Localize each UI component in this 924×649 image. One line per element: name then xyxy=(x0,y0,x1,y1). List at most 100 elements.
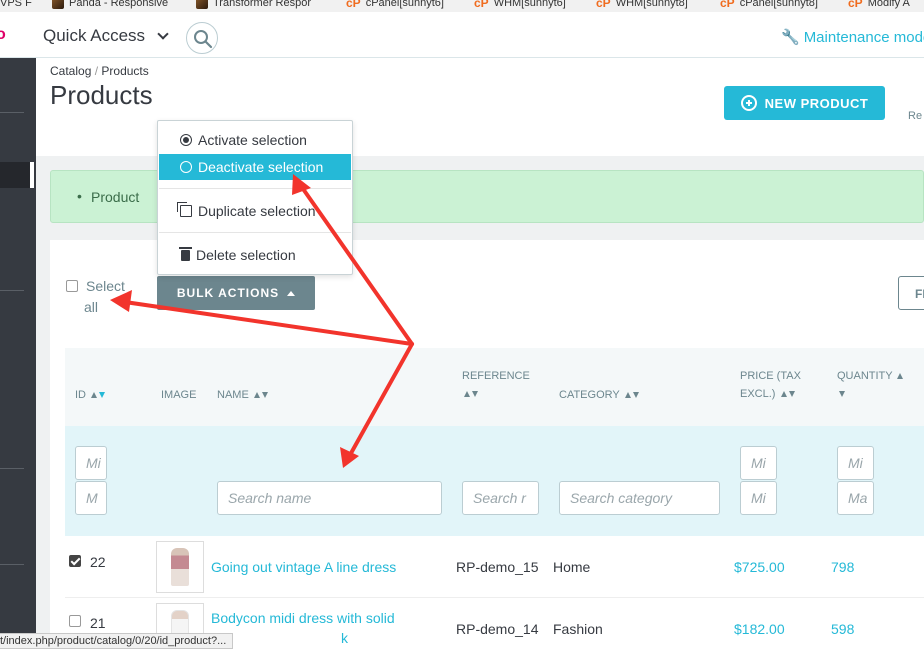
menu-item-duplicate[interactable]: Duplicate selection xyxy=(159,198,351,224)
breadcrumb-products: Products xyxy=(101,64,149,78)
search-category-input[interactable]: Search category xyxy=(559,481,720,515)
filter-qty-min[interactable]: Mi xyxy=(837,446,874,480)
logo[interactable]: o xyxy=(0,26,6,44)
product-category: Fashion xyxy=(553,621,603,637)
sort-asc-icon[interactable] xyxy=(464,391,470,398)
bookmark-whm-t8[interactable]: cP WHM[sunnyt8] xyxy=(596,0,688,9)
bookmark-modify[interactable]: cP Modify A xyxy=(848,0,910,9)
bookmarks-bar: VPS F Panda - Responsive Transformer Res… xyxy=(0,0,924,12)
sort-asc-icon[interactable] xyxy=(780,391,787,398)
status-bar-url: t/index.php/product/catalog/0/20/id_prod… xyxy=(0,633,234,649)
column-reference[interactable]: REFERENCE xyxy=(462,367,530,403)
table-header: ID IMAGE NAME REFERENCE CATEGORY PRICE (… xyxy=(65,348,924,426)
sort-desc-icon[interactable] xyxy=(839,391,845,398)
product-id: 22 xyxy=(90,554,106,570)
sidebar-divider xyxy=(0,290,24,291)
breadcrumb-catalog[interactable]: Catalog xyxy=(50,64,91,78)
menu-item-deactivate[interactable]: Deactivate selection xyxy=(159,154,351,180)
cpanel-icon: cP xyxy=(848,0,863,10)
sidebar-divider xyxy=(0,564,24,565)
sort-desc-icon[interactable] xyxy=(99,392,106,399)
wrench-icon: 🔧 xyxy=(781,29,800,46)
maintenance-link[interactable]: 🔧 Maintenance mode xyxy=(781,28,924,47)
quick-access-dropdown[interactable]: Quick Access xyxy=(43,26,169,46)
row-checkbox[interactable] xyxy=(69,555,81,567)
column-id[interactable]: ID xyxy=(75,386,106,404)
thumbnail-icon xyxy=(52,0,64,9)
cpanel-icon: cP xyxy=(596,0,611,10)
sidebar xyxy=(0,58,36,649)
bookmark-vps[interactable]: VPS F xyxy=(0,0,32,9)
select-all-checkbox[interactable] xyxy=(66,280,78,292)
column-name[interactable]: NAME xyxy=(217,386,268,404)
radio-unchecked-icon xyxy=(180,161,192,173)
copy-icon xyxy=(177,202,192,217)
product-quantity[interactable]: 798 xyxy=(831,559,854,575)
column-category[interactable]: CATEGORY xyxy=(559,386,639,404)
filter-row: Mi M Search name Search r Search categor… xyxy=(65,426,924,536)
product-price[interactable]: $182.00 xyxy=(734,621,785,637)
cpanel-icon: cP xyxy=(720,0,735,10)
trash-icon xyxy=(179,246,192,261)
row-checkbox[interactable] xyxy=(69,615,81,627)
product-category: Home xyxy=(553,559,591,575)
recommended-modules-link[interactable]: Re xyxy=(908,110,922,122)
sort-desc-icon[interactable] xyxy=(472,391,478,398)
cpanel-icon: cP xyxy=(474,0,489,10)
menu-item-activate[interactable]: Activate selection xyxy=(159,127,351,153)
bookmark-cpanel-t6[interactable]: cP cPanel[sunnyt6] xyxy=(346,0,444,9)
product-id: 21 xyxy=(90,615,106,631)
product-image xyxy=(156,541,204,593)
product-price[interactable]: $725.00 xyxy=(734,559,785,575)
column-quantity[interactable]: QUANTITY xyxy=(837,367,904,403)
product-name-link[interactable]: Bodycon midi dress with solid xyxy=(211,610,395,626)
bulk-actions-button[interactable]: BULK ACTIONS xyxy=(157,276,315,310)
product-quantity[interactable]: 598 xyxy=(831,621,854,637)
filter-button[interactable]: FI xyxy=(898,276,924,310)
filter-id-max[interactable]: M xyxy=(75,481,107,515)
sort-desc-icon[interactable] xyxy=(261,392,268,399)
select-all-label: Select xyxy=(86,278,125,294)
menu-divider xyxy=(159,188,351,189)
column-image: IMAGE xyxy=(161,389,197,401)
sort-asc-icon[interactable] xyxy=(91,392,98,399)
search-reference-input[interactable]: Search r xyxy=(462,481,539,515)
new-product-button[interactable]: NEW PRODUCT xyxy=(724,86,885,120)
top-header: o Quick Access 🔧 Maintenance mode xyxy=(0,12,924,58)
bookmark-transformer[interactable]: Transformer Respor xyxy=(196,0,311,9)
filter-price-max[interactable]: Mi xyxy=(740,481,777,515)
bulk-actions-menu: Activate selection Deactivate selection … xyxy=(157,120,353,275)
cpanel-icon: cP xyxy=(346,0,361,10)
breadcrumb: Catalog / Products xyxy=(50,64,149,78)
product-name-link[interactable]: Going out vintage A line dress xyxy=(211,559,396,575)
bookmark-whm-t6[interactable]: cP WHM[sunnyt6] xyxy=(474,0,566,9)
sidebar-divider xyxy=(0,468,24,469)
filter-id-min[interactable]: Mi xyxy=(75,446,107,480)
product-reference: RP-demo_15 xyxy=(456,559,539,575)
product-reference: RP-demo_14 xyxy=(456,621,539,637)
chevron-down-icon xyxy=(157,28,169,40)
bookmark-cpanel-t8[interactable]: cP cPanel[sunnyt8] xyxy=(720,0,818,9)
column-price[interactable]: PRICE (TAX EXCL.) xyxy=(740,367,801,403)
search-button[interactable] xyxy=(186,22,218,54)
search-icon xyxy=(194,30,213,49)
sort-asc-icon[interactable] xyxy=(897,373,904,380)
filter-price-min[interactable]: Mi xyxy=(740,446,777,480)
sidebar-item-active[interactable] xyxy=(0,162,34,188)
sort-asc-icon[interactable] xyxy=(253,392,260,399)
sort-desc-icon[interactable] xyxy=(788,391,795,398)
table-row[interactable]: 22 Going out vintage A line dress RP-dem… xyxy=(65,536,924,598)
sort-desc-icon[interactable] xyxy=(632,392,639,399)
search-name-input[interactable]: Search name xyxy=(217,481,442,515)
select-all-label-2: all xyxy=(84,299,99,315)
radio-checked-icon xyxy=(180,134,192,146)
product-name-link-2[interactable]: k xyxy=(341,630,348,646)
breadcrumb-separator: / xyxy=(94,64,99,78)
sidebar-divider xyxy=(0,112,24,113)
caret-up-icon xyxy=(287,290,296,296)
page-title: Products xyxy=(50,80,153,110)
sort-asc-icon[interactable] xyxy=(624,392,631,399)
filter-qty-max[interactable]: Ma xyxy=(837,481,874,515)
bookmark-panda[interactable]: Panda - Responsive xyxy=(52,0,168,9)
menu-item-delete[interactable]: Delete selection xyxy=(159,242,351,268)
